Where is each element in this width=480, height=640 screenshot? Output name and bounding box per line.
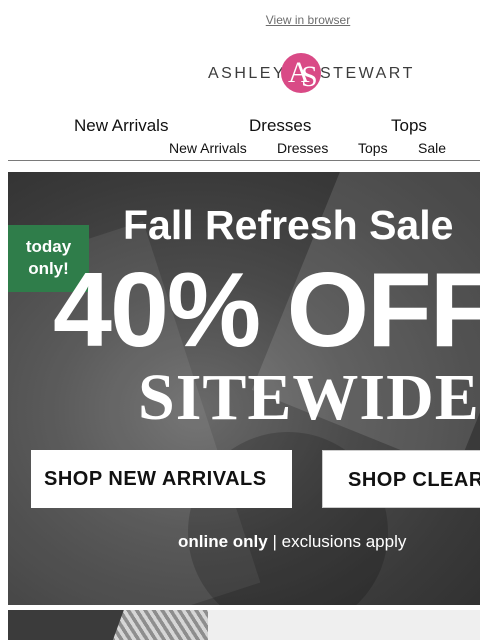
nav-secondary-new-arrivals[interactable]: New Arrivals — [169, 140, 247, 156]
fineprint-separator: | — [267, 532, 282, 551]
monogram-s: S — [301, 60, 318, 93]
view-in-browser-link[interactable]: View in browser — [0, 13, 480, 27]
hero-subhead: SITEWIDE — [138, 361, 480, 434]
nav-primary-tops[interactable]: Tops — [391, 116, 427, 136]
hero-fineprint: online only | exclusions apply — [178, 532, 406, 552]
hero-headline: Fall Refresh Sale — [123, 202, 454, 248]
nav-primary-new-arrivals[interactable]: New Arrivals — [74, 116, 168, 136]
nav-primary-dresses[interactable]: Dresses — [249, 116, 311, 136]
shop-clearance-button[interactable]: SHOP CLEARANCE — [322, 450, 480, 508]
logo-word-ashley: ASHLEY — [208, 65, 287, 82]
logo-word-stewart: STEWART — [320, 65, 415, 82]
nav-secondary-sale[interactable]: Sale — [418, 140, 446, 156]
shop-new-arrivals-button[interactable]: SHOP NEW ARRIVALS — [31, 450, 292, 508]
ashley-stewart-logo[interactable]: ASHLEY A S STEWART — [208, 52, 412, 96]
logo-monogram-icon: A S — [281, 53, 321, 93]
nav-secondary-dresses[interactable]: Dresses — [277, 140, 328, 156]
nav-secondary-tops[interactable]: Tops — [358, 140, 388, 156]
hero-banner[interactable]: today only! Fall Refresh Sale 40% OFF SI… — [8, 172, 480, 605]
hero-discount: 40% OFF — [53, 251, 480, 369]
secondary-banner-background — [208, 610, 480, 640]
nav-divider — [8, 160, 480, 161]
secondary-banner-image[interactable] — [8, 610, 480, 640]
fineprint-exclusions: exclusions apply — [281, 532, 407, 551]
fineprint-online-only: online only — [178, 532, 268, 551]
